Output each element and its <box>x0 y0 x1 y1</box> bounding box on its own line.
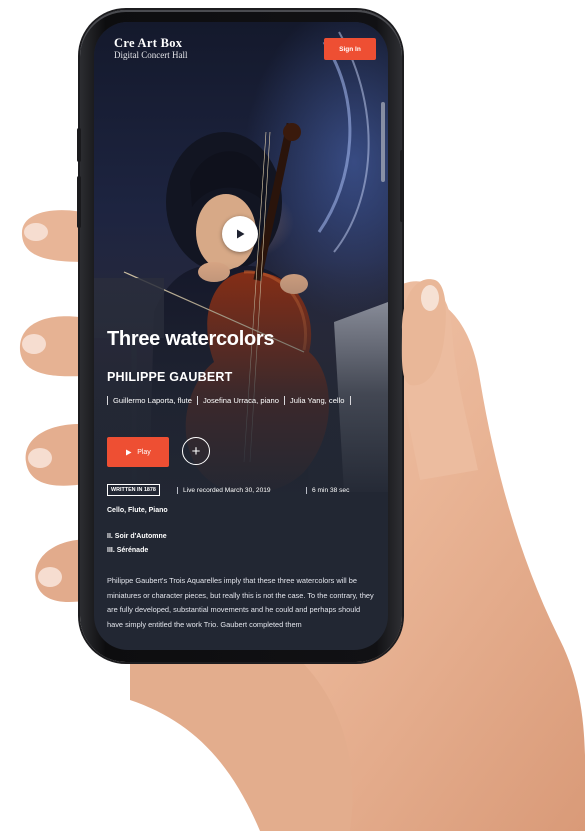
brand-logo[interactable]: Cre Art Box <box>114 36 182 51</box>
top-bar: Cre Art Box Digital Concert Hall Sign In <box>108 32 376 62</box>
add-to-list-button[interactable]: + <box>182 437 210 465</box>
plus-icon: + <box>191 442 201 460</box>
app-screen: Cre Art Box Digital Concert Hall Sign In… <box>94 22 388 650</box>
side-button <box>77 128 81 162</box>
movement-item: II. Soir d'Automne <box>107 533 167 540</box>
sign-in-button[interactable]: Sign In <box>324 38 376 60</box>
play-icon <box>126 449 132 455</box>
brand-subtitle: Digital Concert Hall <box>114 50 188 60</box>
play-button-label: Play <box>137 448 151 456</box>
volume-button <box>77 176 81 228</box>
work-title: Three watercolors <box>107 328 275 350</box>
duration: 6 min 38 sec <box>306 487 349 494</box>
thumb-overlay <box>401 279 446 386</box>
play-button[interactable]: Play <box>107 437 169 467</box>
performer-item[interactable]: Josefina Urraca, piano <box>196 396 284 405</box>
hero-image <box>94 22 388 502</box>
written-year-badge: WRITTEN IN 1878 <box>107 484 160 496</box>
composer-name[interactable]: PHILIPPE GAUBERT <box>107 370 232 384</box>
movement-item: III. Sérénade <box>107 547 149 554</box>
movement-list: II. Soir d'Automne III. Sérénade <box>107 530 167 558</box>
performer-item[interactable]: Guillermo Laporta, flute <box>107 396 197 405</box>
power-button <box>400 150 404 222</box>
work-description: Philippe Gaubert's Trois Aquarelles impl… <box>107 576 374 629</box>
video-play-button[interactable] <box>222 216 258 252</box>
play-icon <box>237 229 245 239</box>
instrument-list: Cello, Flute, Piano <box>107 507 168 514</box>
recording-date: Live recorded March 30, 2019 <box>177 487 271 494</box>
performer-item[interactable]: Julia Yang, cello <box>283 396 351 405</box>
recording-meta: WRITTEN IN 1878 Live recorded March 30, … <box>107 484 381 498</box>
performer-list: Guillermo Laporta, flute Josefina Urraca,… <box>107 393 375 409</box>
